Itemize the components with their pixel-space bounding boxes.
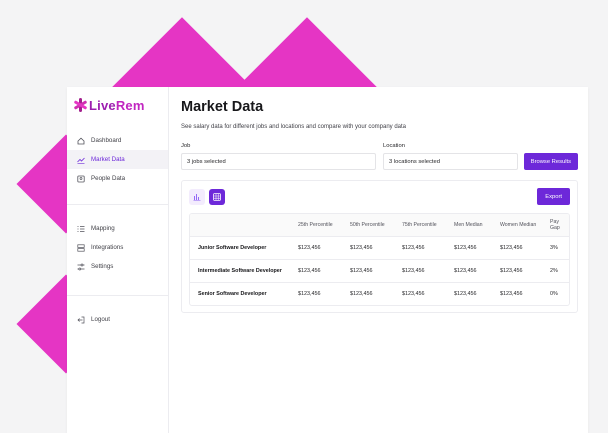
table-header-cell: Pay Gap [550,219,560,231]
table-cell: $123,456 [350,245,373,251]
location-label: Location [383,143,405,149]
sidebar-item-label: Mapping [91,225,115,232]
sidebar-item-dashboard[interactable]: Dashboard [67,131,168,150]
table-cell: $123,456 [454,268,477,274]
table-cell: $123,456 [402,245,425,251]
app-window: LiveRem Dashboard Market Data People Dat… [67,87,588,433]
sidebar-item-label: Logout [91,316,110,323]
table-cell: $123,456 [350,291,373,297]
table-header-row: 25th Percentile 50th Percentile 75th Per… [190,214,569,236]
table-cell: 2% [550,268,558,274]
table-cell: $123,456 [454,291,477,297]
chart-line-icon [77,156,85,164]
logout-icon [77,316,85,324]
divider [67,295,168,296]
page-subtitle: See salary data for different jobs and l… [181,124,407,130]
logo-text: LiveRem [89,97,145,113]
table-cell: $123,456 [500,268,523,274]
market-data-table: 25th Percentile 50th Percentile 75th Per… [189,213,570,306]
sidebar-item-people-data[interactable]: People Data [67,169,168,188]
table-cell: $123,456 [298,245,321,251]
table-header-cell: Men Median [454,222,483,228]
view-toggle [189,188,225,206]
table-cell: 3% [550,245,558,251]
sidebar-item-settings[interactable]: Settings [67,257,168,276]
sidebar-item-mapping[interactable]: Mapping [67,219,168,238]
table-cell: $123,456 [298,291,321,297]
table-row[interactable]: Junior Software Developer $123,456 $123,… [190,236,569,259]
table-row[interactable]: Senior Software Developer $123,456 $123,… [190,282,569,305]
logo-mark-icon [73,98,88,112]
sidebar-item-market-data[interactable]: Market Data [67,150,168,169]
table-header-cell: Women Median [500,222,537,228]
job-select[interactable]: 3 jobs selected [181,153,376,170]
sidebar-item-label: Integrations [91,244,124,251]
filters: Job 3 jobs selected Location 3 locations… [181,143,578,170]
sidebar-nav: Dashboard Market Data People Data Mappin… [67,131,168,329]
sidebar: LiveRem Dashboard Market Data People Dat… [67,87,169,433]
chart-view-button[interactable] [189,188,205,206]
table-view-button[interactable] [209,188,225,206]
job-title-cell: Senior Software Developer [198,291,267,297]
location-select[interactable]: 3 locations selected [383,153,518,170]
home-icon [77,137,85,145]
table-row[interactable]: Intermediate Software Developer $123,456… [190,259,569,282]
list-icon [77,225,85,233]
sidebar-item-integrations[interactable]: Integrations [67,238,168,257]
divider [67,204,168,205]
export-button[interactable]: Export [537,188,570,205]
browse-results-button[interactable]: Browse Results [523,153,578,170]
table-cell: 0% [550,291,558,297]
table-cell: $123,456 [454,245,477,251]
sidebar-item-label: People Data [91,175,126,182]
sidebar-item-label: Market Data [91,156,125,163]
main-content: Market Data See salary data for differen… [169,87,588,433]
sidebar-item-logout[interactable]: Logout [67,310,168,329]
table-cell: $123,456 [500,245,523,251]
table-cell: $123,456 [298,268,321,274]
table-header-cell: 75th Percentile [402,222,437,228]
job-title-cell: Intermediate Software Developer [198,268,282,274]
table-cell: $123,456 [402,268,425,274]
job-filter: Job 3 jobs selected [181,143,376,170]
table-header-cell: 25th Percentile [298,222,333,228]
page-title: Market Data [181,99,264,115]
table-header-cell: 50th Percentile [350,222,385,228]
people-data-icon [77,175,85,183]
integrations-icon [77,243,85,252]
location-filter: Location 3 locations selected Browse Res… [383,143,578,170]
table-cell: $123,456 [402,291,425,297]
bar-chart-icon [193,188,201,206]
job-label: Job [181,143,191,149]
table-grid-icon [213,188,221,206]
results-panel: Export 25th Percentile 50th Percentile 7… [181,180,578,313]
sidebar-item-label: Settings [91,263,114,270]
logo[interactable]: LiveRem [67,97,168,113]
sliders-icon [77,263,85,271]
job-title-cell: Junior Software Developer [198,245,267,251]
sidebar-item-label: Dashboard [91,137,122,144]
table-cell: $123,456 [500,291,523,297]
table-cell: $123,456 [350,268,373,274]
